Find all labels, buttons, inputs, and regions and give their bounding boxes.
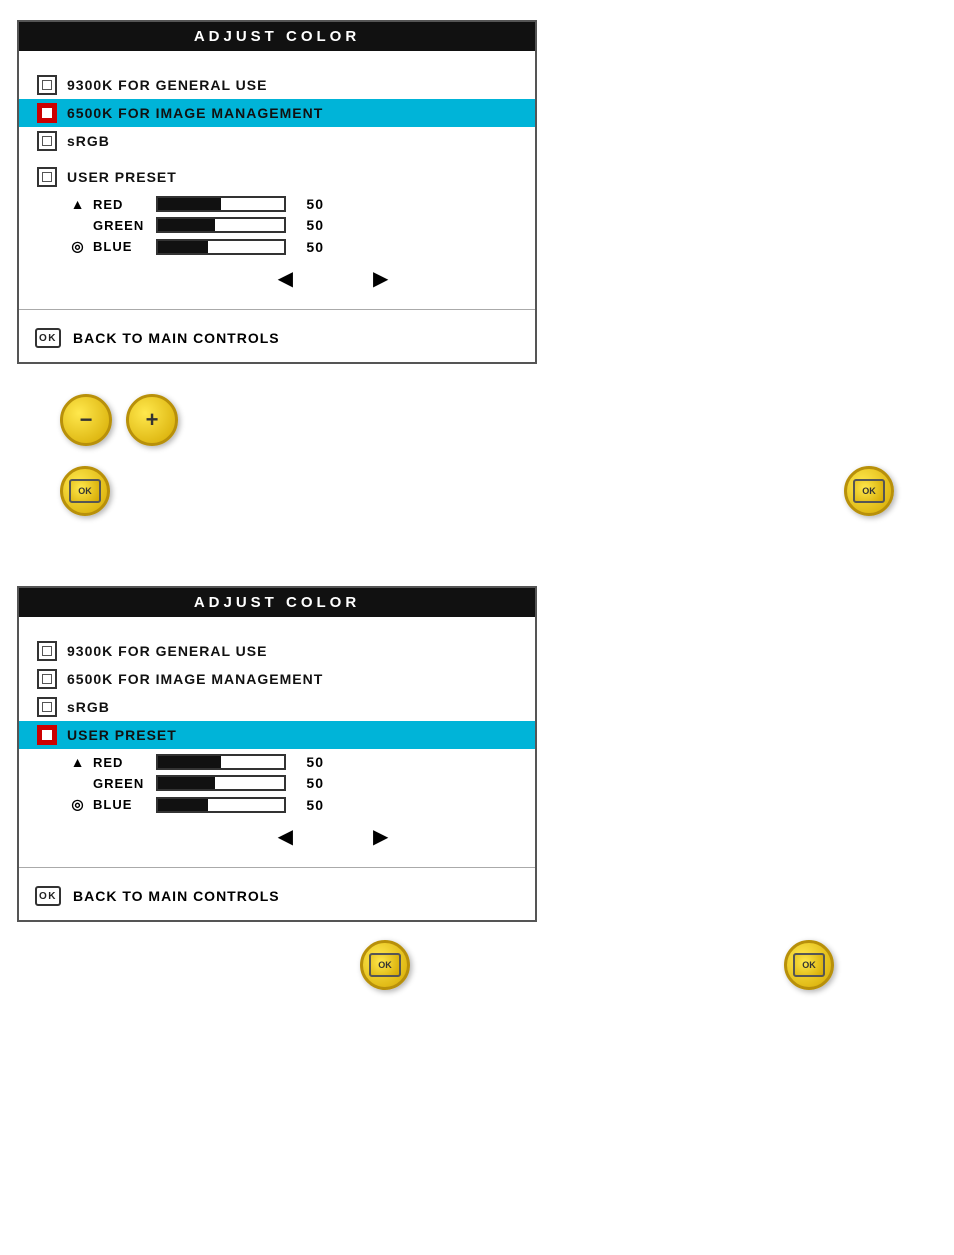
red-up-icon: ▲ <box>67 196 89 212</box>
label-user-preset: USER PRESET <box>67 169 177 185</box>
ok-inner-right-1: OK <box>853 479 885 503</box>
adjust-color-panel-1: ADJUST COLOR 9300K FOR GENERAL USE 6500K… <box>17 20 537 364</box>
slider-value-blue: 50 <box>294 239 324 255</box>
panel1-title: ADJUST COLOR <box>19 22 535 51</box>
p2-label-9300k: 9300K FOR GENERAL USE <box>67 643 267 659</box>
panel2-title: ADJUST COLOR <box>19 588 535 617</box>
nav-arrows-1: ◀ ▶ <box>67 260 519 297</box>
panel1-divider <box>19 309 535 310</box>
p2-slider-value-blue: 50 <box>294 797 324 813</box>
green-spacer-icon <box>67 217 89 233</box>
slider-value-red: 50 <box>294 196 324 212</box>
panel2-back-label: BACK TO MAIN CONTROLS <box>73 888 280 904</box>
p2-slider-row-green[interactable]: GREEN 50 <box>67 775 519 791</box>
p2-slider-section: ▲ RED 50 GREEN 50 ◎ BLUE <box>35 754 519 855</box>
p2-label-user-preset: USER PRESET <box>67 727 177 743</box>
icon-srgb <box>37 131 57 151</box>
slider-track-blue[interactable] <box>156 239 286 255</box>
ok-yellow-btn-right-2[interactable]: OK <box>784 940 834 990</box>
p2-icon-6500k <box>37 669 57 689</box>
slider-fill-green <box>158 219 215 231</box>
minus-button[interactable]: − <box>60 394 112 446</box>
icon-6500k <box>37 103 57 123</box>
nav-right-1[interactable]: ▶ <box>373 266 388 291</box>
p2-label-6500k: 6500K FOR IMAGE MANAGEMENT <box>67 671 323 687</box>
p2-slider-fill-red <box>158 756 221 768</box>
slider-label-blue: BLUE <box>93 239 148 254</box>
slider-track-red[interactable] <box>156 196 286 212</box>
ok-yellow-btn-left-1[interactable]: OK <box>60 466 110 516</box>
slider-track-green[interactable] <box>156 217 286 233</box>
p2-row-srgb[interactable]: sRGB <box>35 693 519 721</box>
p2-slider-track-green[interactable] <box>156 775 286 791</box>
p2-slider-value-red: 50 <box>294 754 324 770</box>
p2-slider-track-red[interactable] <box>156 754 286 770</box>
panel1-back-row[interactable]: OK BACK TO MAIN CONTROLS <box>19 314 535 362</box>
panel2-ok-icon: OK <box>35 886 61 906</box>
p2-icon-srgb <box>37 697 57 717</box>
p2-slider-label-blue: BLUE <box>93 797 148 812</box>
p2-nav-arrows: ◀ ▶ <box>67 818 519 855</box>
ok-buttons-row-2: OK OK <box>0 940 954 990</box>
icon-user-preset <box>37 167 57 187</box>
p2-row-6500k[interactable]: 6500K FOR IMAGE MANAGEMENT <box>35 665 519 693</box>
p2-row-user-preset[interactable]: USER PRESET <box>19 721 535 749</box>
slider-value-green: 50 <box>294 217 324 233</box>
label-6500k: 6500K FOR IMAGE MANAGEMENT <box>67 105 323 121</box>
p2-blue-down-icon: ◎ <box>67 796 89 813</box>
label-srgb: sRGB <box>67 133 110 149</box>
section-gap-1 <box>0 536 954 566</box>
panel2-divider <box>19 867 535 868</box>
panel2-back-row[interactable]: OK BACK TO MAIN CONTROLS <box>19 872 535 920</box>
slider-row-red[interactable]: ▲ RED 50 <box>67 196 519 212</box>
blue-down-icon: ◎ <box>67 238 89 255</box>
minus-plus-row: − + <box>60 394 954 446</box>
ok-inner-left-1: OK <box>69 479 101 503</box>
slider-label-green: GREEN <box>93 218 148 233</box>
p2-slider-track-blue[interactable] <box>156 797 286 813</box>
adjust-color-panel-2: ADJUST COLOR 9300K FOR GENERAL USE 6500K… <box>17 586 537 922</box>
p2-slider-fill-green <box>158 777 215 789</box>
p2-slider-row-blue[interactable]: ◎ BLUE 50 <box>67 796 519 813</box>
nav-left-1[interactable]: ◀ <box>278 266 293 291</box>
plus-button[interactable]: + <box>126 394 178 446</box>
p2-slider-label-red: RED <box>93 755 148 770</box>
p2-row-9300k[interactable]: 9300K FOR GENERAL USE <box>35 637 519 665</box>
p2-green-spacer-icon <box>67 775 89 791</box>
ok-inner-right-2: OK <box>793 953 825 977</box>
p2-red-up-icon: ▲ <box>67 754 89 770</box>
p2-icon-9300k <box>37 641 57 661</box>
p2-nav-right[interactable]: ▶ <box>373 824 388 849</box>
slider-fill-red <box>158 198 221 210</box>
label-9300k: 9300K FOR GENERAL USE <box>67 77 267 93</box>
row-user-preset[interactable]: USER PRESET <box>35 163 519 191</box>
panel1-back-label: BACK TO MAIN CONTROLS <box>73 330 280 346</box>
ok-yellow-btn-right-1[interactable]: OK <box>844 466 894 516</box>
ok-buttons-row-1: OK OK <box>0 466 954 516</box>
row-6500k[interactable]: 6500K FOR IMAGE MANAGEMENT <box>19 99 535 127</box>
p2-slider-value-green: 50 <box>294 775 324 791</box>
p2-nav-left[interactable]: ◀ <box>278 824 293 849</box>
row-srgb[interactable]: sRGB <box>35 127 519 155</box>
row-9300k[interactable]: 9300K FOR GENERAL USE <box>35 71 519 99</box>
panel1-ok-icon: OK <box>35 328 61 348</box>
icon-9300k <box>37 75 57 95</box>
slider-label-red: RED <box>93 197 148 212</box>
p2-label-srgb: sRGB <box>67 699 110 715</box>
slider-row-green[interactable]: GREEN 50 <box>67 217 519 233</box>
p2-slider-fill-blue <box>158 799 208 811</box>
p2-slider-label-green: GREEN <box>93 776 148 791</box>
slider-fill-blue <box>158 241 208 253</box>
ok-inner-left-2: OK <box>369 953 401 977</box>
p2-slider-row-red[interactable]: ▲ RED 50 <box>67 754 519 770</box>
slider-row-blue[interactable]: ◎ BLUE 50 <box>67 238 519 255</box>
slider-section: ▲ RED 50 GREEN 50 ◎ BLUE <box>35 196 519 297</box>
ok-yellow-btn-left-2[interactable]: OK <box>360 940 410 990</box>
p2-icon-user-preset <box>37 725 57 745</box>
